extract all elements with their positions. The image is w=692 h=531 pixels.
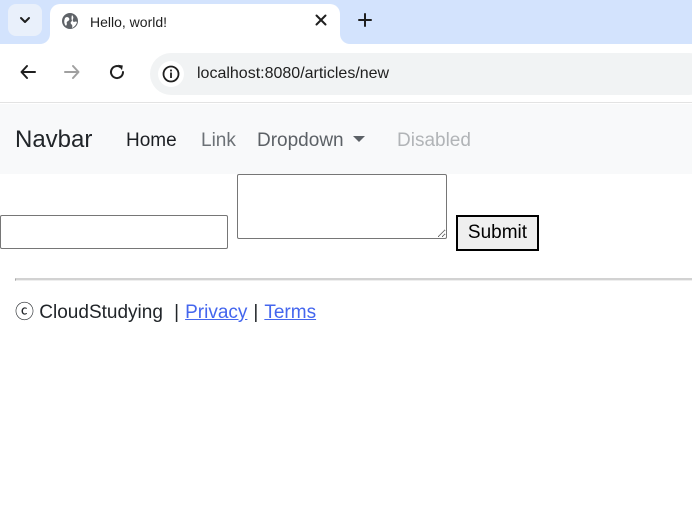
- close-icon: [315, 14, 327, 26]
- browser-toolbar: localhost:8080/articles/new: [0, 44, 692, 103]
- footer: ⓒ CloudStudying | Privacy | Terms: [15, 297, 316, 324]
- nav-item-disabled: Disabled: [397, 130, 471, 151]
- nav-item-home[interactable]: Home: [126, 130, 177, 152]
- arrow-left-icon: [20, 65, 36, 79]
- plus-icon: [358, 13, 372, 27]
- back-button[interactable]: [16, 60, 40, 84]
- footer-separator: |: [174, 302, 180, 323]
- nav-item-link[interactable]: Link: [201, 130, 236, 152]
- site-info-button[interactable]: [158, 61, 184, 87]
- navbar-brand[interactable]: Navbar: [15, 126, 92, 154]
- tab-title: Hello, world!: [90, 14, 168, 30]
- browser-tabstrip: Hello, world!: [0, 0, 692, 44]
- globe-icon: [62, 13, 78, 29]
- terms-link[interactable]: Terms: [264, 302, 316, 323]
- privacy-link[interactable]: Privacy: [185, 302, 247, 323]
- info-icon: [162, 65, 180, 83]
- tab-search-button[interactable]: [8, 4, 42, 36]
- url-text[interactable]: localhost:8080/articles/new: [197, 65, 389, 83]
- copyright-icon: ⓒ: [15, 302, 35, 323]
- browser-tab[interactable]: Hello, world!: [50, 4, 340, 44]
- new-tab-button[interactable]: [354, 9, 376, 31]
- title-input[interactable]: [0, 215, 228, 249]
- nav-item-dropdown[interactable]: Dropdown: [257, 130, 365, 152]
- footer-company: CloudStudying: [39, 302, 163, 323]
- close-tab-button[interactable]: [312, 11, 330, 29]
- reload-button[interactable]: [105, 60, 129, 84]
- submit-button[interactable]: Submit: [456, 215, 539, 251]
- divider: [15, 278, 692, 281]
- forward-button[interactable]: [60, 60, 84, 84]
- caret-down-icon: [352, 136, 365, 142]
- address-bar[interactable]: localhost:8080/articles/new: [150, 53, 692, 95]
- chevron-down-icon: [20, 17, 30, 23]
- reload-icon: [110, 64, 125, 80]
- arrow-right-icon: [64, 65, 80, 79]
- content-textarea[interactable]: [237, 174, 447, 239]
- site-navbar: Navbar Home Link Dropdown Disabled: [0, 104, 692, 174]
- nav-dropdown-label: Dropdown: [257, 130, 344, 151]
- footer-separator: |: [253, 302, 259, 323]
